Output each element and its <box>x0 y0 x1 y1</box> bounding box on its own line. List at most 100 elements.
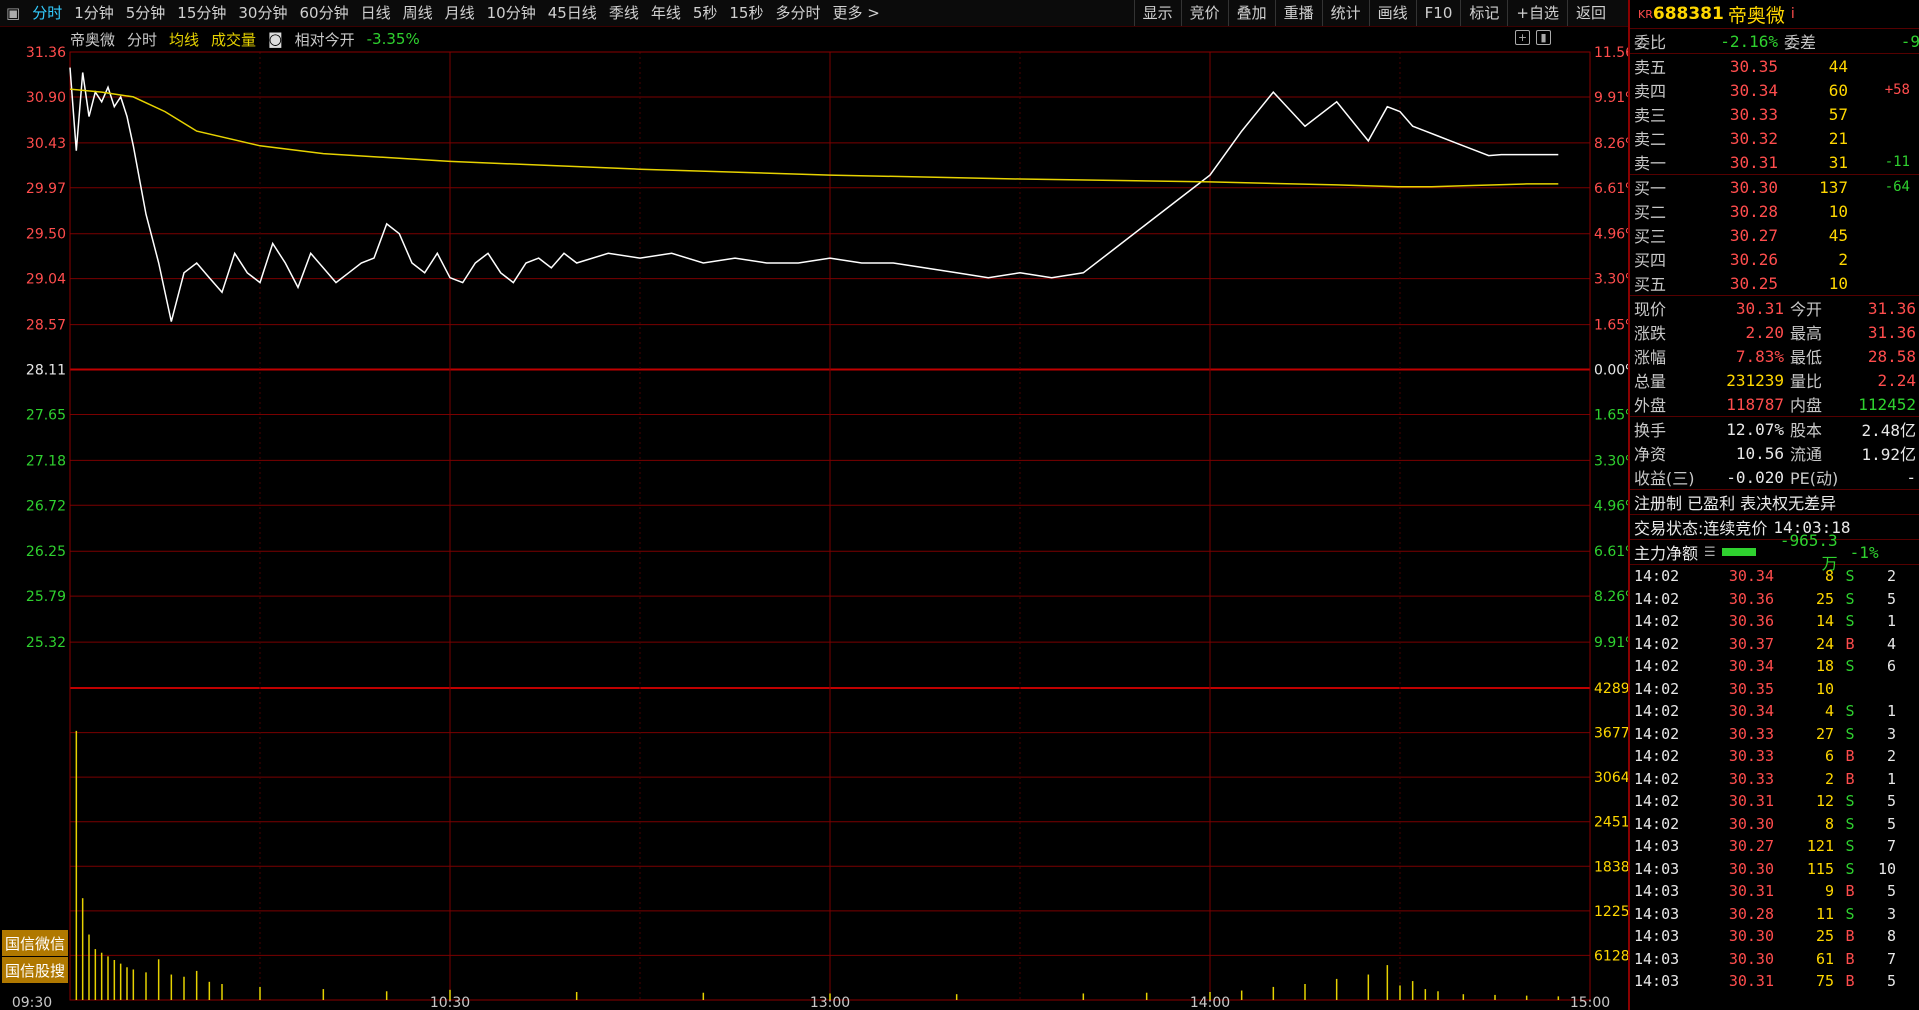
series-line <box>69 67 1559 322</box>
guosen-wechat-button[interactable]: 国信微信 <box>2 930 68 956</box>
book-level[interactable]: 卖五 30.35 44 <box>1630 54 1919 78</box>
tick-price: 30.30 <box>1728 927 1774 946</box>
tick-row[interactable]: 14:03 30.30 25 B 8 <box>1630 925 1919 948</box>
intraday-chart[interactable]: 31.36 11.56% 30.90 9.91% 30.43 8.26% 29.97 6.61… <box>0 0 1628 1010</box>
book-level[interactable]: 买三 30.27 45 <box>1630 223 1919 247</box>
guosen-search-button[interactable]: 国信股搜 <box>2 957 68 983</box>
tick-time: 14:02 <box>1634 634 1680 653</box>
volume-tick-label: 42898 <box>1594 681 1628 697</box>
tick-price: 30.35 <box>1728 679 1774 698</box>
book-level-volume: 44 <box>1828 56 1848 76</box>
tick-volume: 11 <box>1815 904 1834 923</box>
info-icon[interactable]: i <box>1791 6 1795 22</box>
tick-count: 2 <box>1886 567 1896 586</box>
mainflow-row[interactable]: 主力净额 ☰ -965.3万 -1% <box>1630 531 1919 573</box>
tick-row[interactable]: 14:02 30.34 18 S 6 <box>1630 655 1919 678</box>
ask-book: 卖五 30.35 44 卖四 30.34 60 +58 卖三 30.33 57 卖二 30.32 21 卖… <box>1630 54 1919 175</box>
tick-volume: 27 <box>1815 724 1834 743</box>
quote-label: 现价 <box>1634 300 1667 319</box>
book-level[interactable]: 卖二 30.32 21 <box>1630 126 1919 150</box>
tick-row[interactable]: 14:03 30.30 115 S 10 <box>1630 858 1919 881</box>
tick-price: 30.33 <box>1728 769 1774 788</box>
tick-direction: S <box>1845 589 1855 608</box>
price-tick-label: 27.18 <box>26 453 66 469</box>
tick-time: 14:02 <box>1634 747 1680 766</box>
tick-row[interactable]: 14:02 30.37 24 B 4 <box>1630 633 1919 656</box>
quote-label: 外盘 <box>1634 396 1667 415</box>
tick-row[interactable]: 14:02 30.33 6 B 2 <box>1630 745 1919 768</box>
book-level-price: 30.28 <box>1729 201 1778 221</box>
tick-row[interactable]: 14:03 30.31 9 B 5 <box>1630 880 1919 903</box>
book-level[interactable]: 买四 30.26 2 <box>1630 247 1919 271</box>
fundamental-value: 2.48亿 <box>1861 421 1916 440</box>
book-level[interactable]: 卖一 30.31 31 -11 <box>1630 150 1919 174</box>
tick-row[interactable]: 14:02 30.33 27 S 3 <box>1630 723 1919 746</box>
tick-row[interactable]: 14:03 30.31 75 B 5 <box>1630 970 1919 993</box>
quote-value: 2.20 <box>1745 322 1784 342</box>
tick-direction: S <box>1845 837 1855 856</box>
book-level[interactable]: 卖四 30.34 60 +58 <box>1630 78 1919 102</box>
tick-row[interactable]: 14:02 30.35 10 <box>1630 678 1919 701</box>
book-level[interactable]: 买五 30.25 10 <box>1630 271 1919 295</box>
book-level-price: 30.31 <box>1729 152 1778 172</box>
book-level[interactable]: 买一 30.30 137 -64 <box>1630 175 1919 199</box>
tick-row[interactable]: 14:02 30.30 8 S 5 <box>1630 813 1919 836</box>
tick-row[interactable]: 14:02 30.34 8 S 2 <box>1630 565 1919 588</box>
tick-count: 2 <box>1886 747 1896 766</box>
bid-book: 买一 30.30 137 -64 买二 30.28 10 买三 30.27 45 买四 30.26 2 买… <box>1630 175 1919 296</box>
pct-tick-label: 4.96% <box>1594 227 1628 243</box>
fundamental-value: 12.07% <box>1726 419 1784 439</box>
tick-volume: 12 <box>1815 792 1834 811</box>
tick-time: 14:03 <box>1634 904 1680 923</box>
tick-count: 8 <box>1886 927 1896 946</box>
tick-count: 5 <box>1886 814 1896 833</box>
quote-row: 总量 231239 量比 2.24 <box>1630 368 1919 392</box>
fundamental-value: 10.56 <box>1735 443 1784 463</box>
tick-volume: 4 <box>1824 702 1834 721</box>
tick-volume: 2 <box>1824 769 1834 788</box>
tick-price: 30.34 <box>1728 657 1774 676</box>
tick-price: 30.30 <box>1728 814 1774 833</box>
tick-time: 14:02 <box>1634 612 1680 631</box>
tick-time: 14:02 <box>1634 724 1680 743</box>
time-tick-label: 09:30 <box>12 995 52 1010</box>
time-tick-label: 15:00 <box>1570 995 1610 1010</box>
pct-tick-label: 3.30% <box>1594 453 1628 469</box>
tick-row[interactable]: 14:03 30.28 11 S 3 <box>1630 903 1919 926</box>
list-icon[interactable]: ☰ <box>1704 545 1716 560</box>
fundamental-value: -0.020 <box>1726 467 1784 487</box>
tick-time: 14:02 <box>1634 657 1680 676</box>
quote-value: 231239 <box>1726 370 1784 390</box>
weibi-value: -2.16% <box>1720 31 1778 51</box>
price-tick-label: 28.57 <box>26 318 66 334</box>
tick-row[interactable]: 14:02 30.33 2 B 1 <box>1630 768 1919 791</box>
book-level-price: 30.26 <box>1729 249 1778 269</box>
stock-title: KR 688381 帝奥微 i <box>1630 0 1919 29</box>
book-level-volume: 60 <box>1828 80 1848 100</box>
quote-summary: 现价 30.31 今开 31.36 涨跌 2.20 最高 31.36 涨幅 7.83% 最低 28.5… <box>1630 296 1919 417</box>
book-level-volume: 10 <box>1828 273 1848 293</box>
fundamental-label: 股本 <box>1790 421 1823 440</box>
tick-time: 14:02 <box>1634 679 1680 698</box>
tick-time: 14:03 <box>1634 972 1680 991</box>
tick-row[interactable]: 14:03 30.27 121 S 7 <box>1630 835 1919 858</box>
tick-row[interactable]: 14:02 30.36 14 S 1 <box>1630 610 1919 633</box>
tick-row[interactable]: 14:02 30.31 12 S 5 <box>1630 790 1919 813</box>
book-level[interactable]: 买二 30.28 10 <box>1630 199 1919 223</box>
quote-value: 30.31 <box>1735 298 1784 318</box>
book-level-label: 卖一 <box>1634 154 1667 173</box>
book-level-label: 买四 <box>1634 251 1667 270</box>
pct-tick-label: 1.65% <box>1594 318 1628 334</box>
book-level[interactable]: 卖三 30.33 57 <box>1630 102 1919 126</box>
tick-row[interactable]: 14:02 30.36 25 S 5 <box>1630 588 1919 611</box>
tick-direction: B <box>1845 769 1855 788</box>
book-level-volume: 137 <box>1819 177 1848 197</box>
pct-tick-label: 0.00% <box>1594 363 1628 379</box>
trade-state-value: 连续竞价 <box>1703 519 1768 538</box>
tick-row[interactable]: 14:02 30.34 4 S 1 <box>1630 700 1919 723</box>
tick-row[interactable]: 14:03 30.30 61 B 7 <box>1630 948 1919 971</box>
price-tick-label: 26.72 <box>26 498 66 514</box>
tick-price: 30.28 <box>1728 904 1774 923</box>
tick-list[interactable]: 14:02 30.34 8 S 2 14:02 30.36 25 S 5 14:02 30.36 14 S… <box>1630 565 1919 993</box>
fundamental-label: 收益(三) <box>1634 469 1695 488</box>
